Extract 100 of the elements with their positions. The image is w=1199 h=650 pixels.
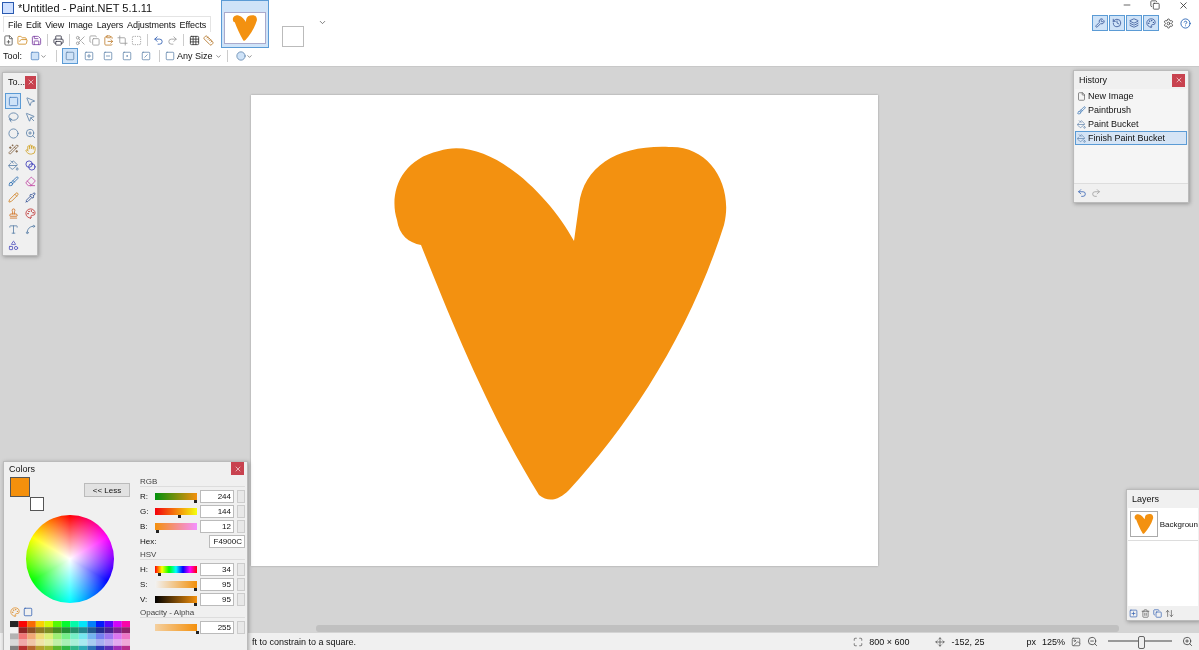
tool-button[interactable] [5, 157, 21, 173]
panel-toggle[interactable] [1126, 15, 1142, 31]
channel-label: G: [140, 506, 150, 516]
status-hint: ft to constrain to a square. [252, 636, 357, 647]
pencil-icon [7, 191, 19, 203]
menu-item[interactable]: View [43, 19, 67, 30]
image-size: 800 × 600 [869, 636, 910, 647]
caret-icon[interactable] [318, 18, 327, 27]
menu-item[interactable]: Edit [24, 19, 44, 30]
selection-mode-button[interactable] [62, 48, 78, 64]
history-item[interactable]: Finish Paint Bucket [1075, 131, 1187, 145]
xor-mode-icon [141, 51, 151, 61]
primary-color-swatch[interactable] [10, 477, 30, 497]
number-field[interactable]: 95 [200, 592, 234, 606]
square-icon [29, 51, 40, 61]
paint-bucket-icon [1077, 133, 1086, 143]
number-field[interactable]: 255 [200, 620, 234, 634]
palette-icon [24, 207, 36, 219]
slider-thumb[interactable] [196, 630, 199, 634]
spin-button[interactable] [237, 577, 245, 591]
circle-icon [236, 51, 247, 61]
cursor-position: -152, 25 [951, 636, 985, 647]
close-button[interactable] [25, 75, 36, 89]
spin-button[interactable] [237, 620, 245, 634]
new-file-icon [3, 34, 14, 46]
slider-thumb[interactable] [155, 529, 159, 533]
scrollbar-thumb[interactable] [316, 625, 1119, 632]
number-field[interactable]: 144 [200, 504, 234, 518]
number-field[interactable]: 95 [200, 577, 234, 591]
history-item[interactable]: New Image [1075, 89, 1187, 103]
grid-icon [189, 34, 200, 46]
tool-button[interactable] [5, 93, 21, 109]
curve-icon [24, 223, 36, 235]
slider-thumb[interactable] [194, 499, 198, 503]
tool-button[interactable] [5, 189, 21, 205]
tool-button[interactable] [22, 157, 38, 173]
slider-thumb[interactable] [193, 587, 197, 591]
channel-label: B: [140, 521, 149, 531]
image-tab[interactable] [282, 26, 304, 47]
color-slider[interactable] [155, 522, 197, 530]
spin-button[interactable] [237, 489, 245, 503]
history-item[interactable]: Paint Bucket [1075, 117, 1187, 131]
color-slider[interactable] [155, 492, 197, 500]
slider-thumb[interactable] [193, 602, 197, 606]
zoom-in-icon [1182, 636, 1193, 647]
layers-icon [1129, 18, 1139, 28]
caret-icon [214, 52, 222, 60]
number-field[interactable]: 244 [200, 489, 234, 503]
menu-item[interactable]: File [6, 19, 25, 30]
tool-button[interactable] [5, 141, 21, 157]
size-dropdown[interactable]: Any Size [165, 51, 222, 61]
image-tab[interactable] [221, 0, 269, 48]
close-button[interactable] [1172, 73, 1185, 87]
document-icon [1077, 91, 1086, 101]
menu-item[interactable]: Image [66, 19, 95, 30]
layer-item[interactable]: Backgroun [1128, 508, 1198, 541]
exclude-mode-icon [103, 51, 113, 61]
number-field[interactable]: 12 [200, 519, 234, 533]
image-canvas[interactable] [251, 95, 878, 566]
slider-thumb[interactable] [177, 514, 181, 518]
paint-bucket-icon [1077, 119, 1086, 129]
panel-toggle[interactable] [1143, 15, 1159, 31]
color-slider[interactable] [155, 565, 197, 573]
slider-thumb[interactable] [1138, 636, 1145, 649]
unit-selector[interactable]: px [1026, 636, 1036, 647]
tool-button[interactable] [22, 205, 38, 221]
app-icon [2, 2, 14, 14]
tool-button[interactable] [22, 189, 38, 205]
hex-field[interactable]: F4900C [209, 534, 245, 548]
number-field[interactable]: 34 [200, 562, 234, 576]
hex-label: Hex: [140, 536, 157, 546]
stamp-icon [7, 207, 19, 219]
zoom-level[interactable]: 125% [1041, 636, 1065, 647]
color-slider[interactable] [155, 507, 197, 515]
color-slider[interactable] [155, 580, 197, 588]
color-slider[interactable] [155, 595, 197, 603]
panel-toggle[interactable] [1092, 15, 1108, 31]
menu-item[interactable]: Effects [177, 19, 209, 30]
close-button[interactable] [231, 462, 244, 475]
panel-toggle[interactable] [1109, 15, 1125, 31]
tool-button[interactable] [5, 125, 21, 141]
help-button[interactable] [1177, 15, 1193, 31]
zoom-in-icon [24, 127, 36, 139]
spin-button[interactable] [237, 504, 245, 518]
less-button[interactable]: << Less [84, 483, 130, 497]
save-icon [31, 34, 42, 46]
history-item[interactable]: Paintbrush [1075, 103, 1187, 117]
fit-icon [1071, 636, 1081, 647]
slider-thumb[interactable] [157, 572, 161, 576]
spin-button[interactable] [237, 592, 245, 606]
tool-button[interactable] [5, 173, 21, 189]
color-slider[interactable] [155, 623, 197, 631]
secondary-color-swatch[interactable] [30, 497, 44, 511]
help-icon [1179, 17, 1191, 29]
menu-item[interactable]: Adjustments [125, 19, 178, 30]
spin-button[interactable] [237, 519, 245, 533]
tool-button[interactable] [5, 109, 21, 125]
menu-item[interactable]: Layers [94, 19, 126, 30]
spin-button[interactable] [237, 562, 245, 576]
settings-icon [1162, 17, 1174, 29]
